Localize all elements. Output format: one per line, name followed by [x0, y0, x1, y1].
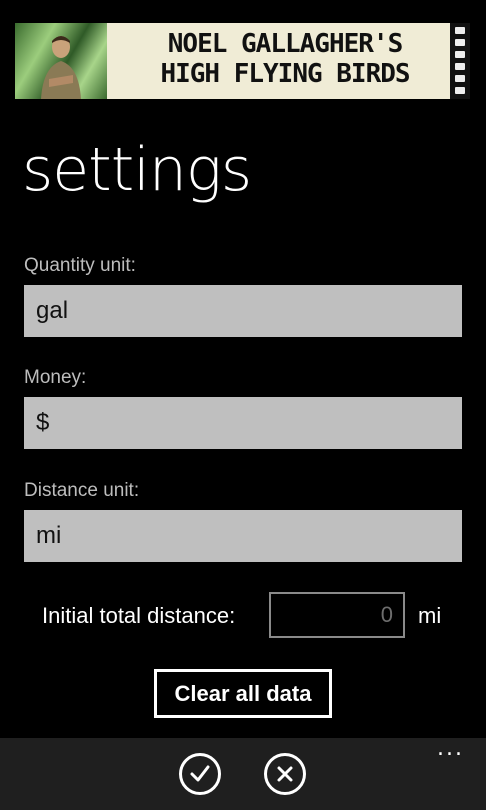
distance-unit-label: Distance unit:: [24, 480, 140, 501]
checkmark-icon: [190, 765, 210, 782]
cancel-button[interactable]: [264, 753, 306, 795]
banner-photo: [15, 23, 107, 99]
initial-distance-field[interactable]: 0: [269, 592, 405, 638]
clear-all-data-button[interactable]: Clear all data: [154, 669, 332, 718]
app-bar: ...: [0, 738, 486, 810]
quantity-unit-field[interactable]: gal: [24, 285, 462, 337]
initial-distance-unit: mi: [418, 603, 442, 628]
filmstrip-icon: [450, 23, 470, 99]
banner-title: NOEL GALLAGHER'S HIGH FLYING BIRDS: [120, 29, 450, 89]
person-image: [41, 36, 81, 99]
money-field[interactable]: $: [24, 397, 462, 449]
banner-line1: NOEL GALLAGHER'S: [167, 29, 403, 59]
banner-line2: HIGH FLYING BIRDS: [160, 59, 410, 89]
money-label: Money:: [24, 367, 87, 388]
page-title: settings: [22, 135, 252, 205]
quantity-unit-label: Quantity unit:: [24, 255, 136, 276]
save-button[interactable]: [179, 753, 221, 795]
more-options-icon[interactable]: ...: [437, 738, 464, 760]
distance-unit-field[interactable]: mi: [24, 510, 462, 562]
close-icon: [277, 766, 293, 782]
ad-banner[interactable]: NOEL GALLAGHER'S HIGH FLYING BIRDS: [15, 23, 470, 99]
initial-distance-label: Initial total distance:: [42, 603, 236, 628]
